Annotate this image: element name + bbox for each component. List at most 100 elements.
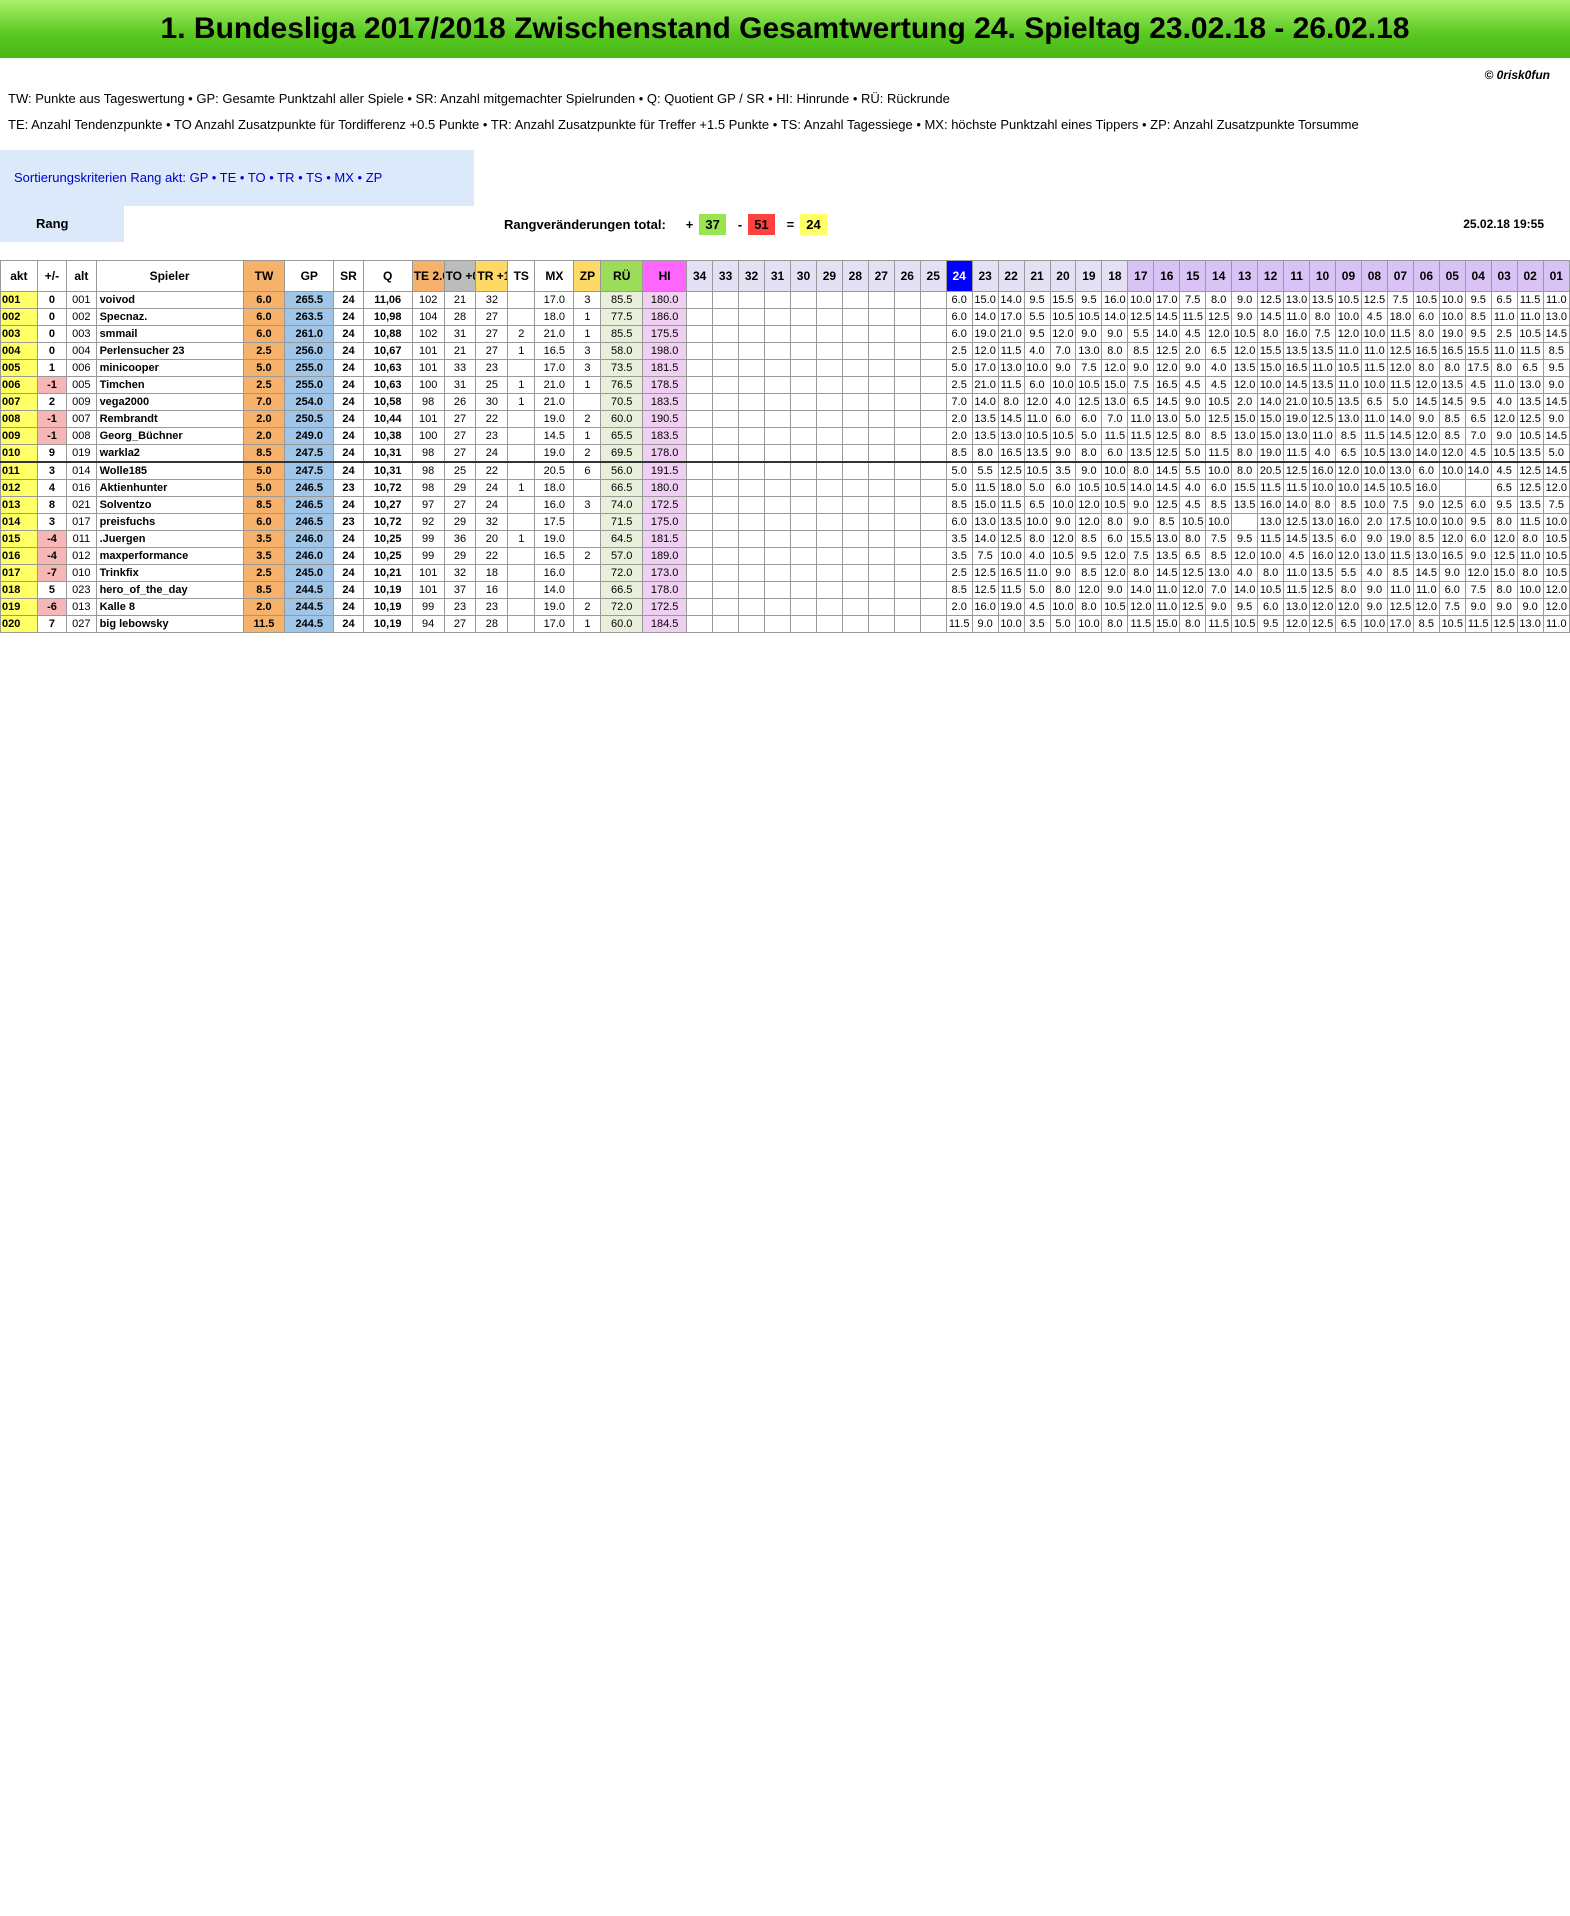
table-cell: 14.5	[1412, 393, 1440, 411]
table-cell: 14.5	[534, 427, 575, 445]
table-cell	[919, 496, 947, 514]
table-cell	[738, 393, 766, 411]
table-cell	[815, 325, 843, 343]
table-cell: 32	[475, 291, 509, 309]
table-cell: hero_of_the_day	[95, 581, 244, 599]
table-cell: 7.5	[1386, 496, 1414, 514]
table-cell	[841, 410, 869, 428]
table-cell: 14.5	[1386, 427, 1414, 445]
table-cell: 11.5	[1205, 615, 1233, 633]
table-cell	[712, 410, 740, 428]
table-cell: 9.0	[1490, 427, 1518, 445]
table-cell: 16.0	[1309, 547, 1336, 565]
table-cell: 6.0	[1049, 410, 1077, 428]
table-cell: 8.0	[1023, 530, 1051, 548]
table-cell: 244.5	[284, 598, 335, 616]
table-cell: 6.0	[945, 308, 973, 326]
table-cell: 10.0	[1127, 291, 1155, 309]
table-cell: 17.0	[997, 308, 1025, 326]
table-cell: 98	[411, 461, 445, 480]
table-cell	[789, 461, 817, 480]
table-cell	[919, 393, 947, 411]
table-cell: 10.0	[1516, 581, 1544, 599]
table-cell: 24	[333, 615, 364, 633]
table-cell: 12.0	[1438, 444, 1466, 463]
table-cell: 6.0	[1023, 376, 1051, 394]
col-header: MX	[534, 260, 575, 292]
table-cell	[841, 598, 869, 616]
table-cell: 9.5	[1023, 325, 1051, 343]
table-cell: 4.5	[1179, 376, 1207, 394]
table-cell: 175.5	[642, 325, 688, 343]
table-cell: 24	[333, 325, 364, 343]
legend-line-1: TW: Punkte aus Tageswertung • GP: Gesamt…	[8, 91, 950, 106]
table-cell: 246.5	[284, 479, 335, 497]
table-cell: 12.0	[1334, 325, 1362, 343]
table-cell: 180.0	[642, 479, 688, 497]
table-cell: 12.5	[1490, 615, 1518, 633]
equal-sign: =	[786, 216, 795, 232]
table-cell: 13.0	[1075, 342, 1103, 360]
table-cell: 9.0	[1049, 359, 1077, 377]
table-cell: 11.0	[1334, 342, 1362, 360]
table-row: 008 -1 007 Rembrandt 2.0 250.5 24 10,44 101 27 22 1…	[0, 410, 1570, 428]
table-cell	[764, 444, 791, 463]
table-cell: 7.0	[945, 393, 973, 411]
table-cell: 24	[333, 581, 364, 599]
table-cell: 12.0	[1049, 530, 1077, 548]
table-cell: 002	[66, 308, 97, 326]
table-cell: 10.0	[1075, 615, 1103, 633]
table-cell: 11.0	[1490, 308, 1518, 326]
table-cell: 6.0	[1205, 479, 1233, 497]
table-cell: 8.0	[1412, 359, 1440, 377]
table-cell	[815, 598, 843, 616]
table-cell: 9.0	[1049, 444, 1077, 463]
table-cell	[919, 547, 947, 565]
table-cell: 12.0	[1101, 359, 1129, 377]
table-cell	[815, 410, 843, 428]
table-cell: 11.0	[1309, 427, 1336, 445]
table-cell: 21.0	[997, 325, 1025, 343]
table-cell: 6.5	[1490, 479, 1518, 497]
table-cell: 24	[333, 496, 364, 514]
table-cell	[867, 410, 895, 428]
col-header: alt	[66, 260, 97, 292]
table-cell: 14.5	[1412, 564, 1440, 582]
col-header: 18	[1101, 260, 1129, 292]
table-cell: 9.0	[1101, 581, 1129, 599]
col-header: 09	[1334, 260, 1362, 292]
table-cell	[686, 598, 714, 616]
table-cell	[867, 581, 895, 599]
table-cell: 19.0	[1438, 325, 1466, 343]
table-cell: 10.5	[1490, 444, 1518, 463]
table-cell	[815, 393, 843, 411]
table-cell	[764, 513, 791, 531]
table-cell: 10,19	[362, 581, 413, 599]
table-cell	[841, 291, 869, 309]
table-cell: 14.5	[1153, 461, 1181, 480]
table-cell: 29	[443, 479, 477, 497]
table-cell: 8	[36, 496, 68, 514]
table-cell: 012	[0, 479, 38, 497]
table-cell: 7.5	[1309, 325, 1336, 343]
table-cell: 10.5	[1334, 291, 1362, 309]
table-cell: 261.0	[284, 325, 335, 343]
table-cell: 13.0	[1542, 308, 1570, 326]
table-cell: 101	[411, 410, 445, 428]
table-cell	[764, 615, 791, 633]
table-cell: 101	[411, 564, 445, 582]
table-cell: 13.0	[1205, 564, 1233, 582]
table-cell: 017	[66, 513, 97, 531]
table-cell: 9.5	[1257, 615, 1285, 633]
table-cell: 012	[66, 547, 97, 565]
table-cell: 9.0	[1075, 325, 1103, 343]
table-cell	[789, 615, 817, 633]
table-cell: 19.0	[534, 530, 575, 548]
table-cell: 9	[36, 444, 68, 463]
table-cell: 94	[411, 615, 445, 633]
table-cell: 256.0	[284, 342, 335, 360]
table-cell: 6.5	[1464, 410, 1492, 428]
table-cell	[686, 444, 714, 463]
table-cell	[789, 342, 817, 360]
table-cell: 183.5	[642, 393, 688, 411]
